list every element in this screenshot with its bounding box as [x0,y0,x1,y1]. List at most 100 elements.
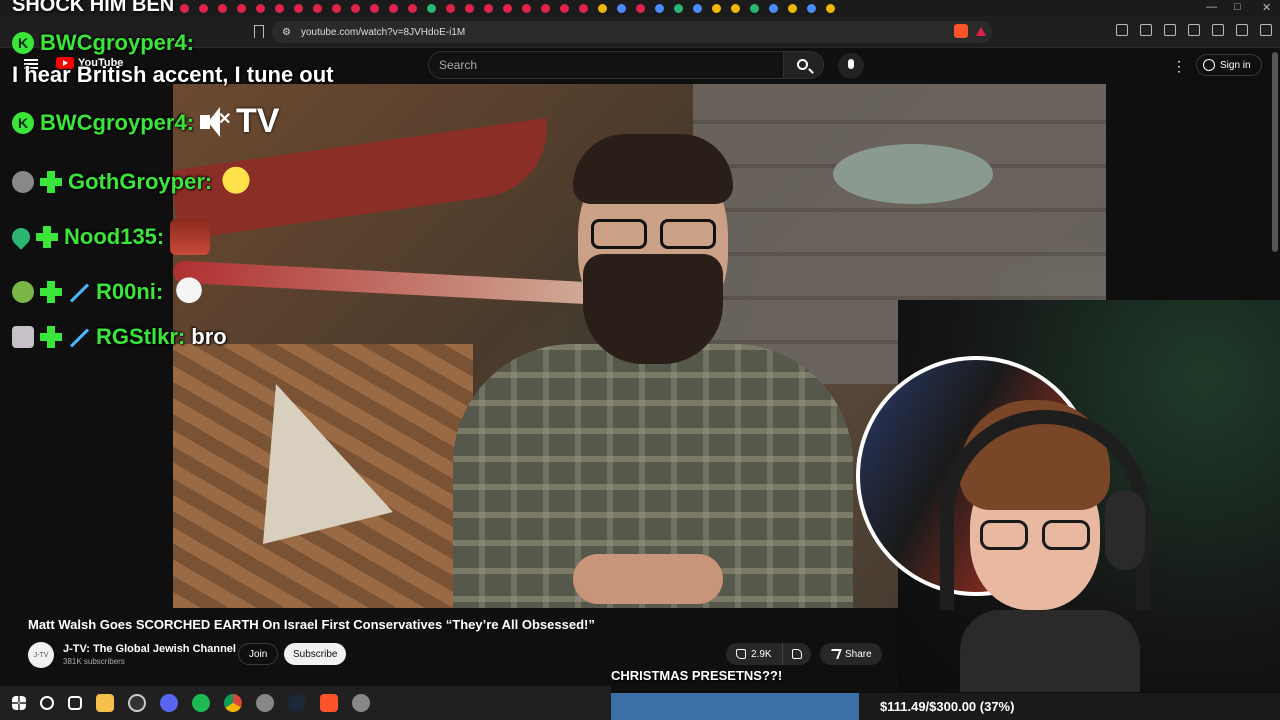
tab-favicon-icon[interactable] [598,3,607,13]
sidebar-icon[interactable] [1164,24,1176,36]
tab-favicon-icon[interactable] [218,3,227,13]
tab-favicon-icon[interactable] [769,3,778,13]
subscriber-badge-icon [40,281,62,303]
emote-icon [169,274,210,310]
chat-message: RGStlkr: bro [12,324,227,350]
mounted-fish [833,144,993,204]
join-button[interactable]: Join [238,643,279,665]
url-field[interactable]: ⚙ youtube.com/watch?v=8JVHdoE-i1M [272,21,992,43]
frog-badge-icon [12,281,34,303]
app-icon[interactable] [352,694,370,712]
subscriber-badge-icon [36,226,58,248]
windows-start-icon[interactable] [12,696,26,710]
browser-menu-icon[interactable] [1260,24,1272,36]
discord-icon[interactable] [160,694,178,712]
tab-favicon-icon[interactable] [370,3,379,13]
tab-favicon-icon[interactable] [427,3,436,13]
tab-favicon-icon[interactable] [294,3,303,13]
subscriber-badge-icon [40,326,62,348]
chat-message: K BWCgroyper4: [12,30,194,56]
wallet-icon[interactable] [1188,24,1200,36]
tab-favicon-icon[interactable] [579,3,588,13]
channel-watermark: TV [236,102,280,140]
taskbar-search-icon[interactable] [40,696,54,710]
tab-favicon-icon[interactable] [712,3,721,13]
minimize-button[interactable]: — [1206,1,1217,13]
brave-icon[interactable] [320,694,338,712]
tab-favicon-icon[interactable] [389,3,398,13]
search-input[interactable] [428,51,784,79]
extension-icon[interactable] [1116,24,1128,36]
tab-favicon-icon[interactable] [826,3,835,13]
voice-search-button[interactable] [838,53,864,79]
chrome-icon[interactable] [224,694,242,712]
browser-toolbar-icons [1116,24,1272,36]
tab-favicon-icon[interactable] [446,3,455,13]
tab-favicon-icon[interactable] [788,3,797,13]
tab-favicon-icon[interactable] [560,3,569,13]
brave-rewards-icon[interactable] [976,27,986,36]
tab-favicon-icon[interactable] [256,3,265,13]
tab-favicon-icon[interactable] [275,3,284,13]
vpn-icon[interactable] [1212,24,1224,36]
channel-name[interactable]: J-TV: The Global Jewish Channel [63,643,236,655]
tab-favicon-icon[interactable] [731,3,740,13]
tab-favicon-icon[interactable] [522,3,531,13]
tab-favicon-icon[interactable] [617,3,626,13]
leo-icon[interactable] [1236,24,1248,36]
search-box [428,51,824,79]
tab-favicon-icon[interactable] [750,3,759,13]
sword-badge-icon [68,326,90,348]
steam-icon[interactable] [288,694,306,712]
page-scrollbar[interactable] [1272,52,1278,252]
dislike-button[interactable] [783,643,811,665]
microphone-icon [848,59,854,69]
tab-favicon-icon[interactable] [332,3,341,13]
tab-favicon-icon[interactable] [693,3,702,13]
cross-badge-icon [12,326,34,348]
tab-favicon-icon[interactable] [180,3,189,13]
settings-menu-button[interactable]: ⋮ [1172,58,1186,75]
host-beard [583,254,723,364]
site-info-icon[interactable]: ⚙ [282,27,291,38]
user-icon [1203,59,1215,71]
tab-favicon-icon[interactable] [199,3,208,13]
bookmark-icon[interactable] [254,25,264,38]
tab-favicon-icon[interactable] [503,3,512,13]
tab-favicon-icon[interactable] [807,3,816,13]
channel-avatar[interactable]: J-TV [28,642,54,668]
screen: — □ ✕ ⚙ youtube.com/watch?v=8JVHdoE-i1M … [0,0,1280,720]
spotify-icon[interactable] [192,694,210,712]
tab-favicon-icon[interactable] [351,3,360,13]
video-title: Matt Walsh Goes SCORCHED EARTH On Israel… [28,617,595,632]
tab-favicon-icon[interactable] [465,3,474,13]
chat-username: BWCgroyper4: [40,30,195,55]
tab-favicon-icon[interactable] [674,3,683,13]
host-hands [573,554,723,604]
close-window-button[interactable]: ✕ [1262,1,1271,14]
brave-shields-icon[interactable] [954,24,968,38]
tab-favicon-icon[interactable] [541,3,550,13]
share-button[interactable]: Share [820,643,882,665]
file-explorer-icon[interactable] [96,694,114,712]
tab-favicon-icon[interactable] [636,3,645,13]
tab-favicon-icon[interactable] [484,3,493,13]
tab-favicon-icon[interactable] [408,3,417,13]
media-icon[interactable] [1140,24,1152,36]
kick-badge-icon: K [12,112,34,134]
tab-favicon-icon[interactable] [237,3,246,13]
url-text[interactable]: youtube.com/watch?v=8JVHdoE-i1M [301,27,465,38]
obs-icon[interactable] [128,694,146,712]
donation-goal-fill [611,693,859,720]
like-button[interactable]: 2.9K [726,643,783,665]
search-button[interactable] [784,51,824,79]
subscribe-button[interactable]: Subscribe [284,643,347,665]
sign-in-button[interactable]: Sign in [1196,54,1262,76]
task-view-icon[interactable] [68,696,82,710]
chat-message: Nood135: [8,219,211,255]
chat-username: GothGroyper: [68,169,213,194]
app-icon[interactable] [256,694,274,712]
tab-favicon-icon[interactable] [655,3,664,13]
tab-favicon-icon[interactable] [313,3,322,13]
maximize-button[interactable]: □ [1234,1,1241,13]
